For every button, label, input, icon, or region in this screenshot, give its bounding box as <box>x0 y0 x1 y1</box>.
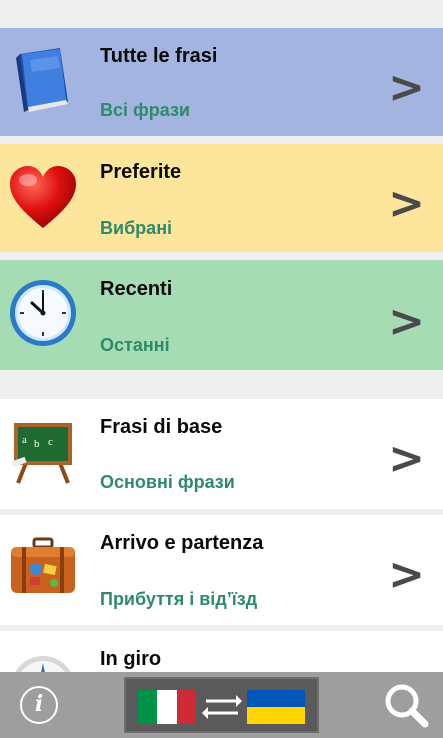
svg-text:b: b <box>34 438 40 450</box>
swap-arrows-icon <box>202 695 242 719</box>
book-icon <box>16 48 68 112</box>
bottom-toolbar: i <box>0 672 443 738</box>
chevron-right-icon: > <box>388 178 425 229</box>
menu-item-subtitle: Всі фрази <box>100 100 190 120</box>
svg-text:c: c <box>48 436 53 448</box>
menu-item-recent[interactable]: Recenti Останні > <box>0 260 443 370</box>
menu-item-title: Arrivo e partenza <box>100 532 264 554</box>
menu-item-subtitle: Останні <box>100 335 170 355</box>
svg-text:a: a <box>22 434 27 446</box>
menu-item-title: Frasi di base <box>100 416 223 438</box>
menu-item-all-phrases[interactable]: Tutte le frasi Всі фрази > <box>0 28 443 136</box>
language-switch-button[interactable] <box>124 677 319 733</box>
chevron-right-icon: > <box>388 296 425 347</box>
search-icon[interactable] <box>383 682 429 728</box>
menu-item-title: Preferite <box>100 161 182 183</box>
menu-item-title: Recenti <box>100 278 173 300</box>
suitcase-icon <box>11 537 75 593</box>
clock-icon <box>10 280 76 346</box>
menu-item-title: Tutte le frasi <box>100 45 218 67</box>
menu-item-getting-around[interactable]: In giro <box>0 631 443 672</box>
chevron-right-icon: > <box>388 549 425 600</box>
menu-item-subtitle: Вибрані <box>100 218 173 238</box>
chalkboard-icon: a b c <box>11 423 72 484</box>
chevron-right-icon: > <box>388 62 425 113</box>
menu-item-favorites[interactable]: Preferite Вибрані > <box>0 144 443 252</box>
menu-item-arrival-departure[interactable]: Arrivo e partenza Прибуття і від’їзд > <box>0 515 443 625</box>
ukraine-flag-icon <box>247 690 305 724</box>
menu-item-subtitle: Основні фрази <box>100 472 235 492</box>
italy-flag-icon <box>138 690 196 724</box>
heart-icon <box>10 166 76 228</box>
menu-item-subtitle: Прибуття і від’їзд <box>100 589 258 609</box>
menu-item-title: In giro <box>100 648 162 670</box>
chevron-right-icon: > <box>388 433 425 484</box>
compass-icon <box>15 656 71 672</box>
menu-item-basic-phrases[interactable]: a b c Frasi di base Основні фрази > <box>0 399 443 509</box>
phrase-category-list: Tutte le frasi Всі фрази > Preferite Виб… <box>0 0 443 672</box>
info-button[interactable]: i <box>20 686 58 724</box>
